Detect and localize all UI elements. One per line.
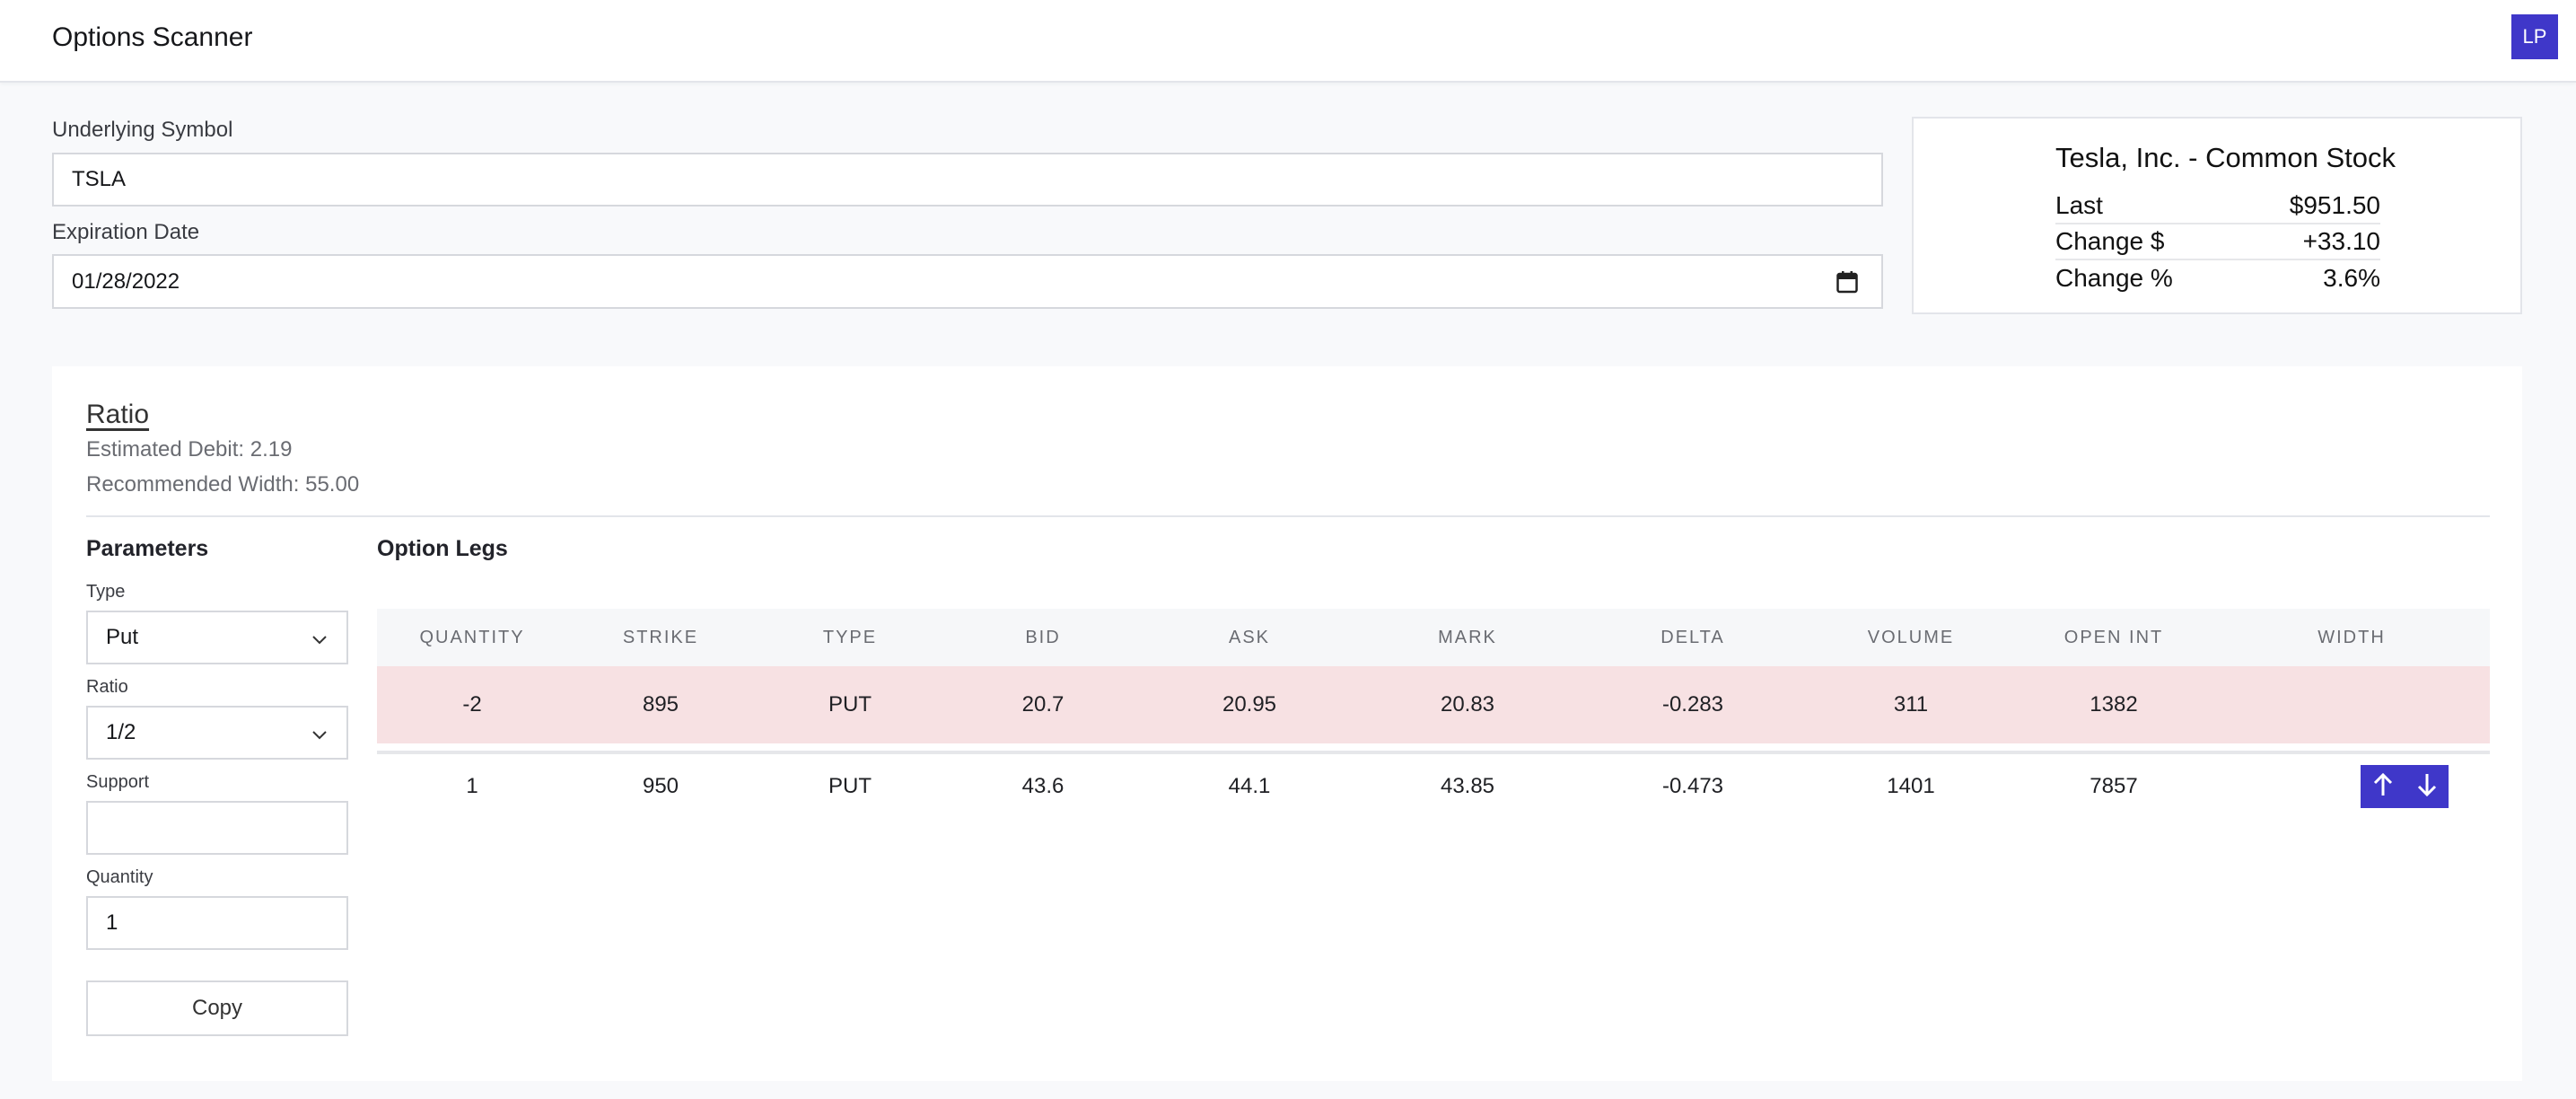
quote-label: Change % [2055, 264, 2173, 292]
table-row[interactable]: 1 950 PUT 43.6 44.1 43.85 -0.473 1401 78… [377, 743, 2490, 830]
width-decrease-button[interactable] [2405, 765, 2449, 808]
width-adjust-group [2361, 765, 2449, 808]
width-increase-button[interactable] [2361, 765, 2405, 808]
quote-value: +33.10 [2302, 227, 2380, 255]
cell-strike: 950 [642, 774, 679, 798]
cell-strike: 895 [642, 692, 679, 717]
cell-ask: 44.1 [1228, 774, 1271, 798]
cell-type: PUT [828, 692, 872, 717]
app-title: Options Scanner [52, 22, 253, 52]
column-header: MARK [1438, 627, 1497, 647]
quantity-label: Quantity [86, 867, 153, 887]
symbol-label: Underlying Symbol [52, 118, 233, 142]
copy-button[interactable]: Copy [86, 980, 348, 1036]
user-avatar[interactable]: LP [2511, 14, 2558, 59]
cell-mark: 43.85 [1440, 774, 1495, 798]
column-header: OPEN INT [2063, 627, 2164, 647]
parameters-heading: Parameters [86, 536, 209, 561]
quote-row-change-dollar: Change $ +33.10 [2055, 224, 2380, 260]
quote-card: Tesla, Inc. - Common Stock Last $951.50 … [1912, 117, 2522, 314]
column-header: VOLUME [1867, 627, 1955, 647]
column-header: WIDTH [2318, 627, 2386, 647]
expiration-input-value: 01/28/2022 [72, 268, 180, 294]
cell-bid: 43.6 [1021, 774, 1065, 798]
table-row[interactable]: -2 895 PUT 20.7 20.95 20.83 -0.283 311 1… [377, 666, 2490, 743]
quote-row-change-percent: Change % 3.6% [2055, 260, 2380, 296]
column-header: STRIKE [622, 627, 699, 647]
cell-quantity: 1 [466, 774, 478, 798]
arrow-down-icon [2416, 772, 2438, 802]
quote-label: Change $ [2055, 227, 2165, 255]
column-header: ASK [1228, 627, 1271, 647]
app-header: Options Scanner LP [0, 0, 2576, 83]
symbol-input[interactable]: TSLA [52, 153, 1883, 207]
cell-mark: 20.83 [1440, 692, 1495, 717]
cell-delta: -0.473 [1661, 774, 1724, 798]
quote-value: 3.6% [2323, 264, 2380, 292]
support-label: Support [86, 772, 150, 792]
cell-open-int: 7857 [2090, 774, 2138, 798]
option-legs-heading: Option Legs [377, 536, 508, 561]
cell-quantity: -2 [462, 692, 482, 717]
column-header: QUANTITY [419, 627, 525, 647]
type-select[interactable]: Put [86, 611, 348, 664]
column-header: BID [1025, 627, 1061, 647]
strategy-title[interactable]: Ratio [86, 397, 149, 433]
cell-delta: -0.283 [1661, 692, 1724, 717]
type-select-value: Put [106, 625, 139, 649]
ratio-select-value: 1/2 [106, 720, 136, 744]
expiration-label: Expiration Date [52, 220, 200, 244]
cell-volume: 1401 [1887, 774, 1935, 798]
ratio-select[interactable]: 1/2 [86, 706, 348, 760]
cell-volume: 311 [1893, 692, 1929, 717]
expiration-date-input[interactable]: 01/28/2022 [52, 254, 1883, 309]
cell-open-int: 1382 [2090, 692, 2138, 717]
cell-bid: 20.7 [1021, 692, 1065, 717]
type-label: Type [86, 582, 126, 602]
quantity-input[interactable]: 1 [86, 896, 348, 950]
quote-label: Last [2055, 191, 2103, 219]
option-legs-table: QUANTITY STRIKE TYPE BID ASK MARK DELTA … [377, 609, 2490, 808]
cell-type: PUT [828, 774, 872, 798]
quote-value: $951.50 [2289, 191, 2380, 219]
support-input[interactable] [86, 801, 348, 855]
table-header-row: QUANTITY STRIKE TYPE BID ASK MARK DELTA … [377, 609, 2490, 666]
ratio-label: Ratio [86, 677, 128, 697]
strategy-panel: Ratio Estimated Debit: 2.19 Recommended … [52, 366, 2522, 1081]
recommended-width: Recommended Width: 55.00 [86, 472, 360, 497]
cell-ask: 20.95 [1222, 692, 1277, 717]
divider [86, 515, 2490, 517]
quantity-input-value: 1 [106, 910, 118, 935]
symbol-input-value: TSLA [72, 167, 127, 191]
estimated-debit: Estimated Debit: 2.19 [86, 437, 293, 462]
chevron-down-icon [311, 725, 329, 743]
calendar-icon[interactable] [1836, 270, 1858, 294]
arrow-up-icon [2372, 772, 2394, 802]
quote-row-last: Last $951.50 [2055, 189, 2380, 224]
column-header: TYPE [822, 627, 878, 647]
quote-company-name: Tesla, Inc. - Common Stock [2055, 142, 2396, 173]
column-header: DELTA [1660, 627, 1725, 647]
chevron-down-icon [311, 630, 329, 648]
